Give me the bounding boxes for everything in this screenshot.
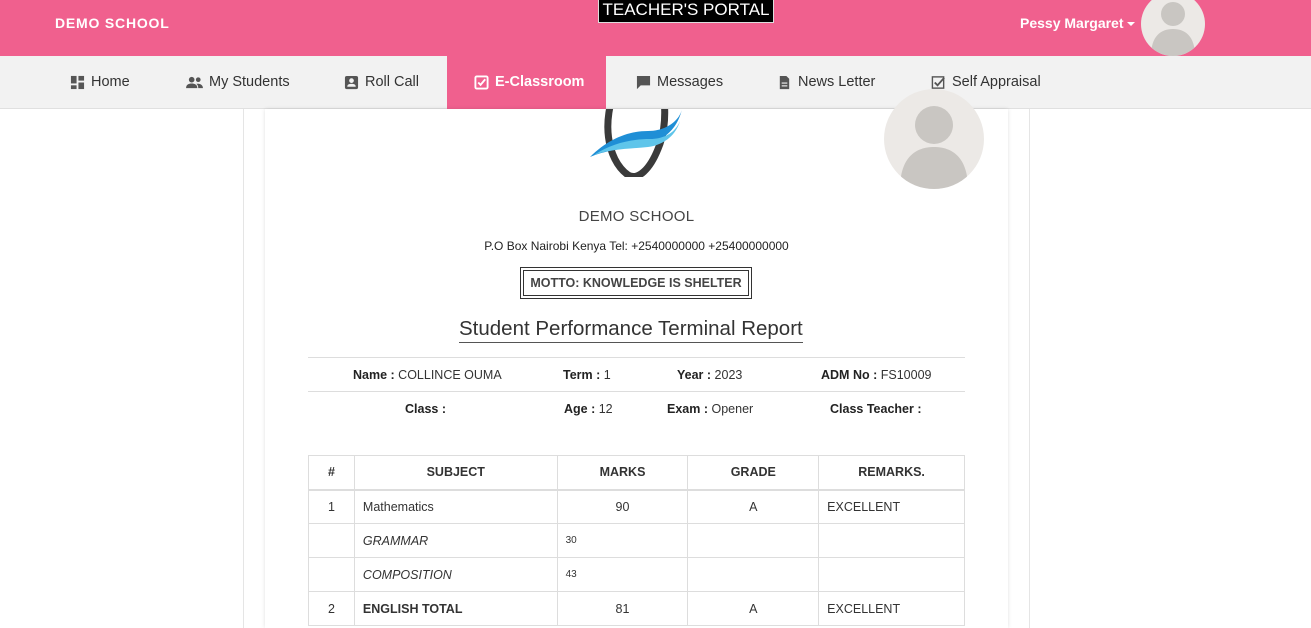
cell-remarks xyxy=(818,523,965,558)
avatar-placeholder-icon xyxy=(900,106,968,189)
nav-my-students-label: My Students xyxy=(209,74,290,90)
col-header-remarks: REMARKS. xyxy=(818,455,965,491)
info-year: Year : 2023 xyxy=(677,368,743,382)
cell-grade xyxy=(687,557,820,592)
school-motto: MOTTO: KNOWLEDGE IS SHELTER xyxy=(520,267,752,299)
student-info-row-2: Class : Age : 12 Exam : Opener Class Tea… xyxy=(308,391,965,425)
cell-marks: 90 xyxy=(556,489,689,524)
term-value: 1 xyxy=(603,368,611,382)
nav-roll-call-label: Roll Call xyxy=(365,74,419,90)
cell-number: 1 xyxy=(308,489,355,524)
cell-marks: 30 xyxy=(556,523,689,558)
age-value: 12 xyxy=(598,402,613,416)
table-header-row: # SUBJECT MARKS GRADE REMARKS. xyxy=(308,455,965,491)
nav-news-letter-label: News Letter xyxy=(798,74,876,90)
user-name[interactable]: Pessy Margaret xyxy=(1020,15,1124,31)
info-adm: ADM No : FS10009 xyxy=(821,368,932,382)
col-header-grade: GRADE xyxy=(687,455,820,491)
exam-value: Opener xyxy=(711,402,754,416)
cell-marks: 81 xyxy=(556,591,689,626)
cell-subject: ENGLISH TOTAL xyxy=(353,591,558,626)
cell-subject: GRAMMAR xyxy=(353,523,558,558)
check-square-icon xyxy=(931,76,945,89)
people-icon xyxy=(186,76,203,89)
info-class-teacher: Class Teacher : xyxy=(830,402,922,416)
main-nav: Home My Students Roll Call E-Classroom M… xyxy=(0,56,1311,109)
checkbox-icon xyxy=(474,75,489,90)
portal-title: TEACHER'S PORTAL xyxy=(598,0,774,23)
chat-bubble-icon xyxy=(636,75,651,90)
brand-name[interactable]: DEMO SCHOOL xyxy=(55,15,170,31)
avatar-placeholder-icon xyxy=(1151,2,1195,56)
nav-e-classroom-label: E-Classroom xyxy=(495,74,585,90)
year-value: 2023 xyxy=(714,368,743,382)
nav-news-letter[interactable]: News Letter xyxy=(777,56,875,109)
cell-grade: A xyxy=(687,489,820,524)
report-title: Student Performance Terminal Report xyxy=(459,317,803,343)
top-header: DEMO SCHOOL TEACHER'S PORTAL Pessy Marga… xyxy=(0,0,1311,56)
info-age: Age : 12 xyxy=(564,402,613,416)
table-row: 2 ENGLISH TOTAL 81 A EXCELLENT xyxy=(308,591,965,626)
nav-roll-call[interactable]: Roll Call xyxy=(344,56,419,109)
table-row: GRAMMAR 30 xyxy=(308,523,965,558)
cell-number xyxy=(308,523,355,558)
cell-remarks: EXCELLENT xyxy=(818,489,965,524)
cell-grade: A xyxy=(687,591,820,626)
student-photo xyxy=(884,89,984,189)
nav-home[interactable]: Home xyxy=(70,56,130,109)
portal-title-text: TEACHER'S PORTAL xyxy=(602,0,770,19)
chevron-down-icon[interactable] xyxy=(1126,22,1135,27)
cell-remarks: EXCELLENT xyxy=(818,591,965,626)
nav-my-students[interactable]: My Students xyxy=(186,56,290,109)
nav-messages[interactable]: Messages xyxy=(636,56,723,109)
col-header-marks: MARKS xyxy=(556,455,689,491)
info-exam: Exam : Opener xyxy=(667,402,754,416)
col-header-number: # xyxy=(308,455,355,491)
cell-subject: Mathematics xyxy=(353,489,558,524)
document-icon xyxy=(779,75,790,90)
shield-logo-icon xyxy=(590,109,682,177)
info-class: Class : xyxy=(405,402,446,416)
info-name: Name : COLLINCE OUMA xyxy=(353,368,502,382)
table-row: 1 Mathematics 90 A EXCELLENT xyxy=(308,489,965,524)
user-avatar[interactable] xyxy=(1141,0,1205,56)
cell-remarks xyxy=(818,557,965,592)
cell-subject: COMPOSITION xyxy=(353,557,558,592)
cell-number: 2 xyxy=(308,591,355,626)
nav-home-label: Home xyxy=(91,74,130,90)
nav-messages-label: Messages xyxy=(657,74,724,90)
nav-e-classroom[interactable]: E-Classroom xyxy=(447,56,606,109)
cell-grade xyxy=(687,523,820,558)
school-name: DEMO SCHOOL xyxy=(578,208,695,225)
dashboard-icon xyxy=(70,75,85,90)
student-info-row-1: Name : COLLINCE OUMA Term : 1 Year : 202… xyxy=(308,357,965,391)
adm-value: FS10009 xyxy=(880,368,932,382)
cell-marks: 43 xyxy=(556,557,689,592)
contact-card-icon xyxy=(344,75,359,90)
school-logo xyxy=(588,109,684,177)
school-address: P.O Box Nairobi Kenya Tel: +2540000000 +… xyxy=(484,239,789,253)
user-menu[interactable]: Pessy Margaret xyxy=(1020,15,1135,31)
table-row: COMPOSITION 43 xyxy=(308,557,965,592)
student-name: COLLINCE OUMA xyxy=(398,368,502,382)
cell-number xyxy=(308,557,355,592)
marks-table: # SUBJECT MARKS GRADE REMARKS. 1 Mathema… xyxy=(308,455,965,626)
col-header-subject: SUBJECT xyxy=(353,455,558,491)
info-term: Term : 1 xyxy=(563,368,611,382)
motto-text: MOTTO: KNOWLEDGE IS SHELTER xyxy=(523,270,749,296)
